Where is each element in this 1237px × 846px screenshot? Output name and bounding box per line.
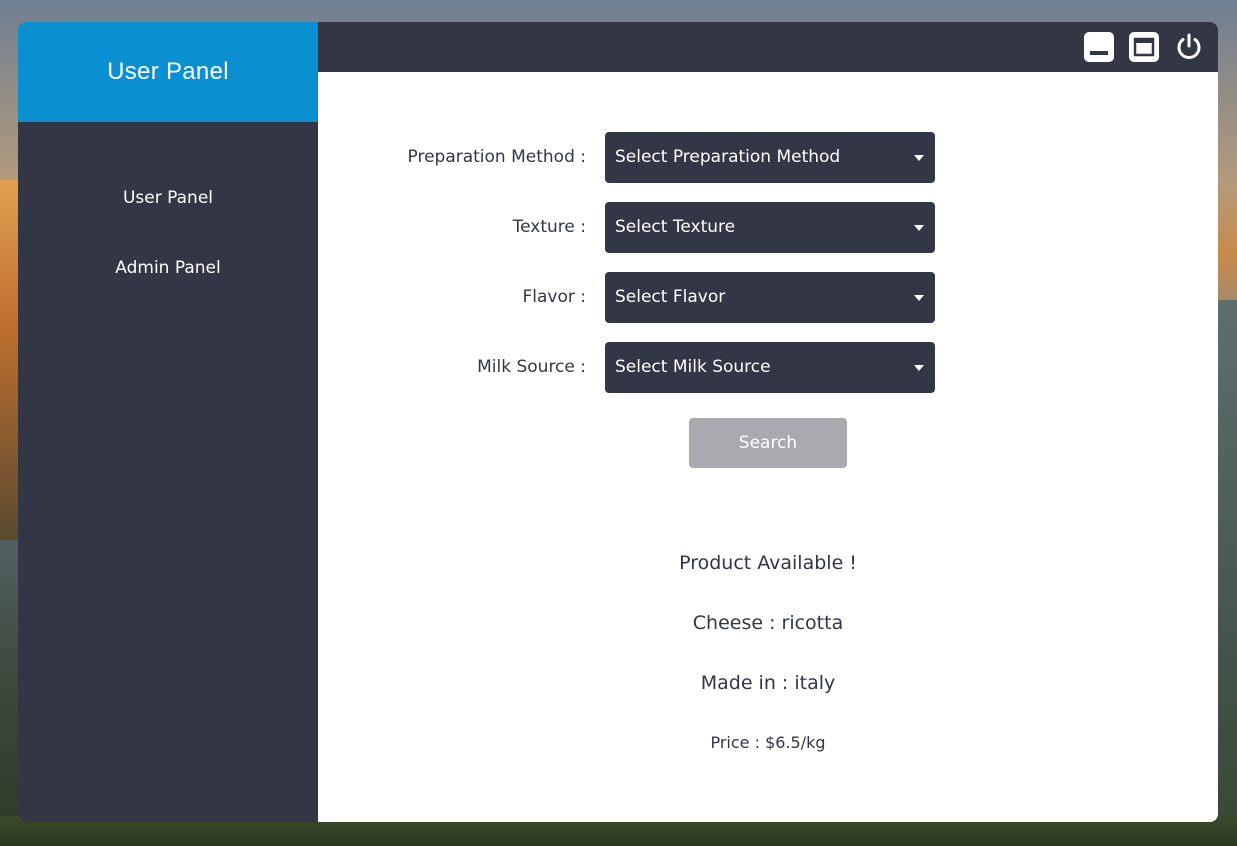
milk-source-select[interactable]: Select Milk Source [605,342,935,393]
texture-label: Texture : [512,217,586,237]
caret-down-icon [914,225,924,231]
caret-down-icon [914,365,924,371]
power-button[interactable] [1174,32,1204,62]
app-window: User Panel User Panel Admin Panel Prepar… [18,22,1218,822]
minimize-button[interactable] [1084,32,1114,62]
form-row-flavor: Flavor : Select Flavor [318,272,1218,342]
sidebar: User Panel User Panel Admin Panel [18,22,318,822]
form-row-milk-source: Milk Source : Select Milk Source [318,342,1218,412]
title-bar [318,22,1218,72]
power-icon [1177,33,1201,59]
content-panel: Preparation Method : Select Preparation … [318,72,1218,822]
texture-select[interactable]: Select Texture [605,202,935,253]
main-area: Preparation Method : Select Preparation … [318,22,1218,822]
sidebar-header: User Panel [18,22,318,122]
price-value: Price : $6.5/kg [710,733,826,752]
search-form: Preparation Method : Select Preparation … [318,132,1218,412]
search-button[interactable]: Search [689,418,847,468]
sidebar-item-admin-panel[interactable]: Admin Panel [115,254,220,324]
preparation-method-value: Select Preparation Method [615,147,841,167]
sidebar-nav: User Panel Admin Panel [18,122,318,324]
cheese-name: Cheese : ricotta [692,612,844,634]
minimize-icon [1084,32,1114,62]
caret-down-icon [914,295,924,301]
milk-source-value: Select Milk Source [615,357,771,377]
sidebar-item-user-panel[interactable]: User Panel [123,184,213,254]
form-row-texture: Texture : Select Texture [318,202,1218,272]
origin-country: Made in : italy [700,672,836,694]
flavor-value: Select Flavor [615,287,726,307]
caret-down-icon [914,155,924,161]
search-results: Product Available ! Cheese : ricotta Mad… [318,542,1218,782]
flavor-label: Flavor : [522,287,586,307]
maximize-icon [1129,32,1159,62]
availability-status: Product Available ! [679,552,857,574]
texture-value: Select Texture [615,217,736,237]
form-row-preparation: Preparation Method : Select Preparation … [318,132,1218,202]
app-title: User Panel [107,58,229,85]
preparation-method-select[interactable]: Select Preparation Method [605,132,935,183]
milk-source-label: Milk Source : [477,357,586,377]
flavor-select[interactable]: Select Flavor [605,272,935,323]
maximize-button[interactable] [1129,32,1159,62]
preparation-method-label: Preparation Method : [407,147,587,167]
